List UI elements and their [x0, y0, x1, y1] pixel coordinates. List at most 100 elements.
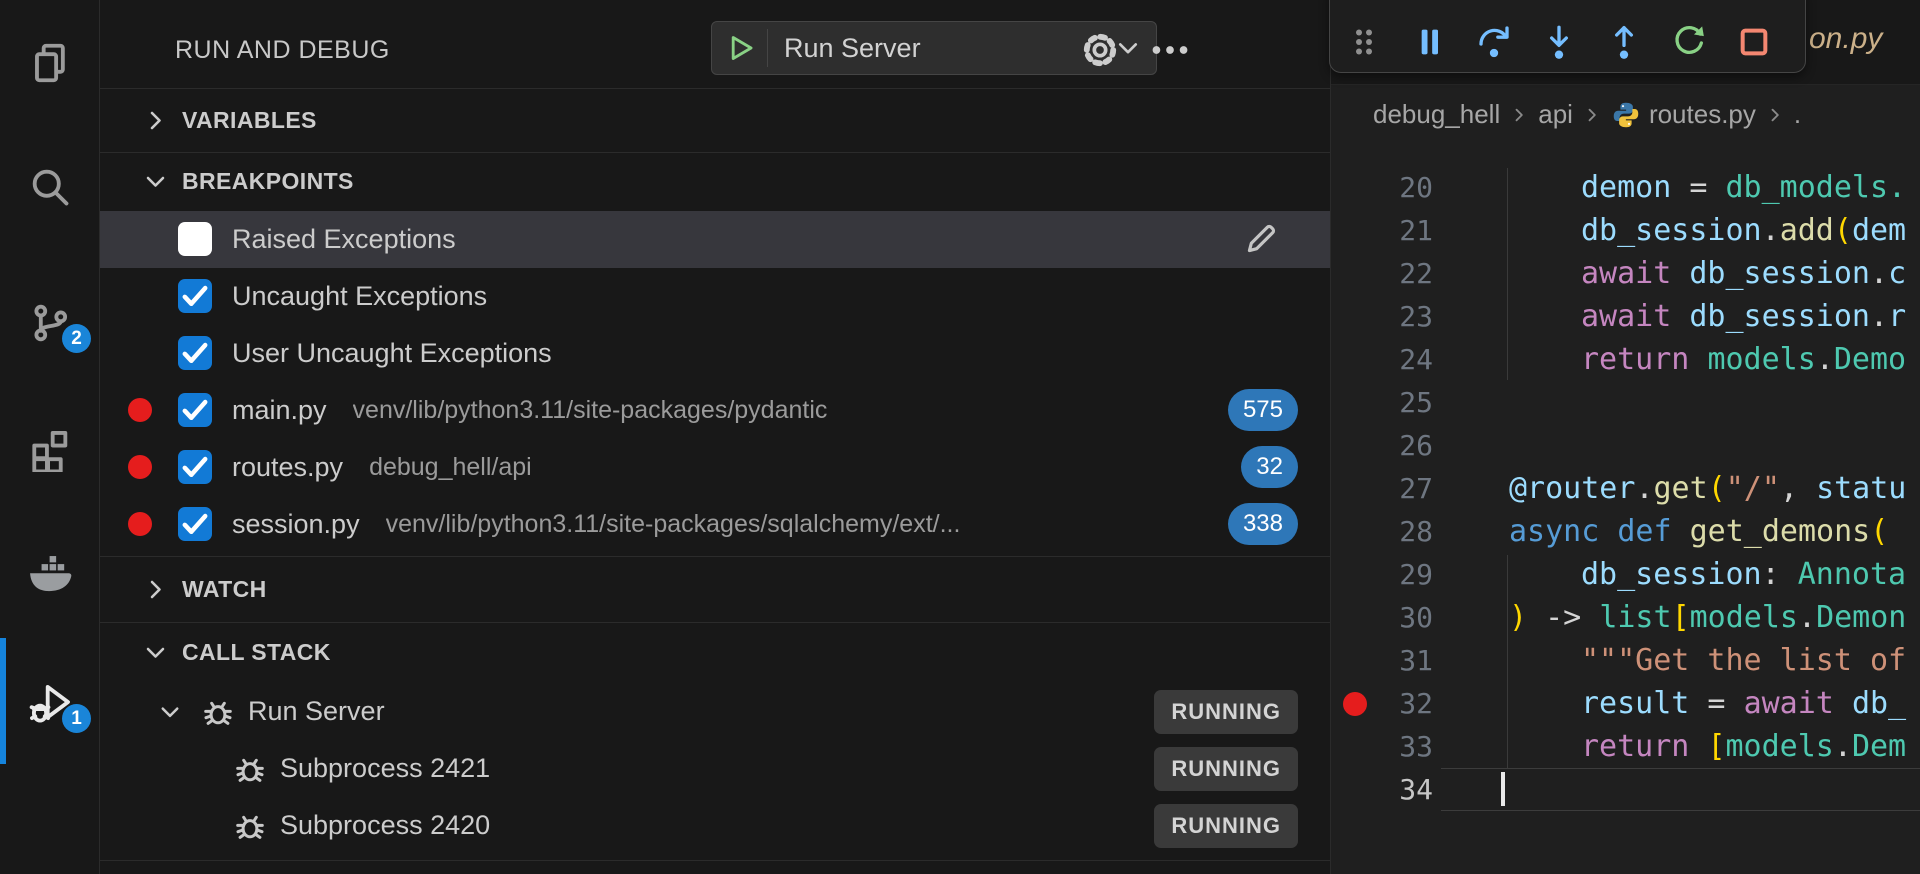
code-line: 32 result = await db_ — [1331, 682, 1920, 725]
code-token: db_session — [1581, 213, 1762, 248]
panel-title: RUN AND DEBUG — [175, 36, 390, 64]
breakpoint-label: User Uncaught Exceptions — [232, 338, 552, 368]
code-text: return [models.Dem — [1509, 725, 1906, 768]
more-actions-icon[interactable] — [1148, 28, 1192, 72]
code-token: def — [1617, 514, 1690, 549]
thread-status-badge: RUNNING — [1154, 690, 1298, 734]
stop-icon[interactable] — [1734, 22, 1774, 62]
breakpoint-row[interactable]: routes.py debug_hell/api 32 — [100, 439, 1330, 496]
code-token: . — [1798, 600, 1817, 635]
line-number: 33 — [1399, 730, 1433, 763]
breakpoint-path: venv/lib/python3.11/site-packages/pydant… — [352, 396, 828, 424]
code-token: get — [1653, 471, 1708, 506]
breakpoint-row[interactable]: session.py venv/lib/python3.11/site-packa… — [100, 496, 1330, 553]
code-line: 26 — [1331, 424, 1920, 467]
code-text: await db_session.r — [1509, 295, 1906, 338]
code-token: . — [1870, 256, 1889, 291]
code-token: ( — [1870, 514, 1889, 549]
breadcrumb-item-routes-py[interactable]: routes.py — [1649, 99, 1756, 130]
breadcrumb-item-api[interactable]: api — [1538, 99, 1573, 130]
activity-item-source-control[interactable]: 2 — [0, 300, 100, 424]
code-token: get_demons — [1689, 514, 1871, 549]
line-number: 32 — [1399, 687, 1433, 720]
code-token: await — [1581, 256, 1690, 291]
thread-label: Subprocess 2420 — [280, 810, 491, 840]
code-token: : — [1761, 557, 1798, 592]
breakpoint-row[interactable]: Raised Exceptions — [100, 211, 1330, 268]
code-text: """Get the list of — [1509, 639, 1906, 682]
call-stack-row[interactable]: Subprocess 2421 RUNNING — [100, 740, 1330, 797]
docker-icon — [27, 548, 73, 594]
section-call-stack[interactable]: CALL STACK — [100, 622, 1330, 683]
search-icon — [27, 164, 73, 210]
code-token: db_models. — [1725, 170, 1907, 205]
restart-icon[interactable] — [1669, 22, 1709, 62]
breakpoint-checkbox[interactable] — [178, 336, 212, 370]
code-text: demon = db_models. — [1509, 166, 1906, 209]
code-line: 30) -> list[models.Demon — [1331, 596, 1920, 639]
line-number: 24 — [1399, 343, 1433, 376]
code-token: ( — [1707, 471, 1726, 506]
section-label: CALL STACK — [182, 639, 331, 665]
activity-item-docker[interactable] — [0, 548, 100, 672]
line-number: 26 — [1399, 429, 1433, 462]
code-token: add — [1779, 213, 1834, 248]
section-watch[interactable]: WATCH — [100, 556, 1330, 622]
section-breakpoints[interactable]: BREAKPOINTS — [100, 152, 1330, 211]
code-token: = — [1689, 686, 1744, 721]
breakpoint-checkbox[interactable] — [178, 222, 212, 256]
editor-tab-session-py[interactable]: on.py — [1809, 22, 1882, 56]
activity-bar: 21 — [0, 0, 100, 874]
code-text: db_session.add(dem — [1509, 209, 1906, 252]
line-number: 23 — [1399, 300, 1433, 333]
edit-breakpoint-icon[interactable] — [1242, 220, 1280, 258]
step-over-icon[interactable] — [1474, 22, 1514, 62]
activity-item-run-and-debug[interactable]: 1 — [0, 638, 100, 804]
code-text: ) -> list[models.Demon — [1509, 596, 1906, 639]
pause-icon[interactable] — [1409, 22, 1449, 62]
code-token: . — [1635, 471, 1654, 506]
breakpoint-checkbox[interactable] — [178, 279, 212, 313]
code-line: 25 — [1331, 381, 1920, 424]
breakpoint-row[interactable]: Uncaught Exceptions — [100, 268, 1330, 325]
breakpoint-row[interactable]: User Uncaught Exceptions — [100, 325, 1330, 382]
chevron-down-icon[interactable] — [155, 697, 185, 727]
code-token: demon — [1581, 170, 1672, 205]
code-token: . — [1870, 299, 1889, 334]
code-token: db_ — [1851, 686, 1907, 721]
call-stack-row[interactable]: Subprocess 2420 RUNNING — [100, 797, 1330, 854]
bug-icon — [200, 694, 236, 730]
activity-item-search[interactable] — [0, 164, 100, 288]
breakpoint-row[interactable]: main.py venv/lib/python3.11/site-packages… — [100, 382, 1330, 439]
breakpoint-checkbox[interactable] — [178, 450, 212, 484]
activity-item-extensions[interactable] — [0, 426, 100, 550]
breakpoint-label: main.py — [232, 395, 327, 425]
code-line: 21 db_session.add(dem — [1331, 209, 1920, 252]
step-out-icon[interactable] — [1604, 22, 1644, 62]
code-token: c — [1888, 256, 1907, 291]
call-stack-row[interactable]: Run Server RUNNING — [100, 683, 1330, 740]
run-and-debug-panel: RUN AND DEBUG Run Server VARIABLES BREAK… — [100, 0, 1330, 874]
breakpoint-checkbox[interactable] — [178, 507, 212, 541]
step-into-icon[interactable] — [1539, 22, 1579, 62]
section-variables[interactable]: VARIABLES — [100, 88, 1330, 152]
code-token: -> — [1545, 600, 1600, 635]
breadcrumb-item-debug-hell[interactable]: debug_hell — [1373, 99, 1500, 130]
editor-group: on.py debug_hell api routes.py. 20 demon = … — [1329, 0, 1920, 874]
drag-handle-icon[interactable] — [1344, 22, 1384, 62]
code-token: Dem — [1851, 729, 1907, 764]
start-debugging-icon[interactable] — [723, 31, 757, 65]
breakpoint-checkbox[interactable] — [178, 393, 212, 427]
code-token: r — [1888, 299, 1907, 334]
section-label: WATCH — [182, 575, 267, 602]
breadcrumb-item--[interactable]: . — [1794, 99, 1801, 130]
breakpoint-path: debug_hell/api — [369, 453, 532, 481]
code-token: dem — [1851, 213, 1907, 248]
chevron-down-icon — [140, 166, 171, 197]
code-editor[interactable]: 20 demon = db_models. 21 db_session.add(dem… — [1331, 166, 1920, 874]
activity-item-explorer[interactable] — [0, 40, 100, 164]
chevron-right-icon — [140, 574, 171, 605]
line-number: 29 — [1399, 558, 1433, 591]
gear-icon[interactable] — [1078, 28, 1122, 72]
code-token: ( — [1833, 213, 1852, 248]
